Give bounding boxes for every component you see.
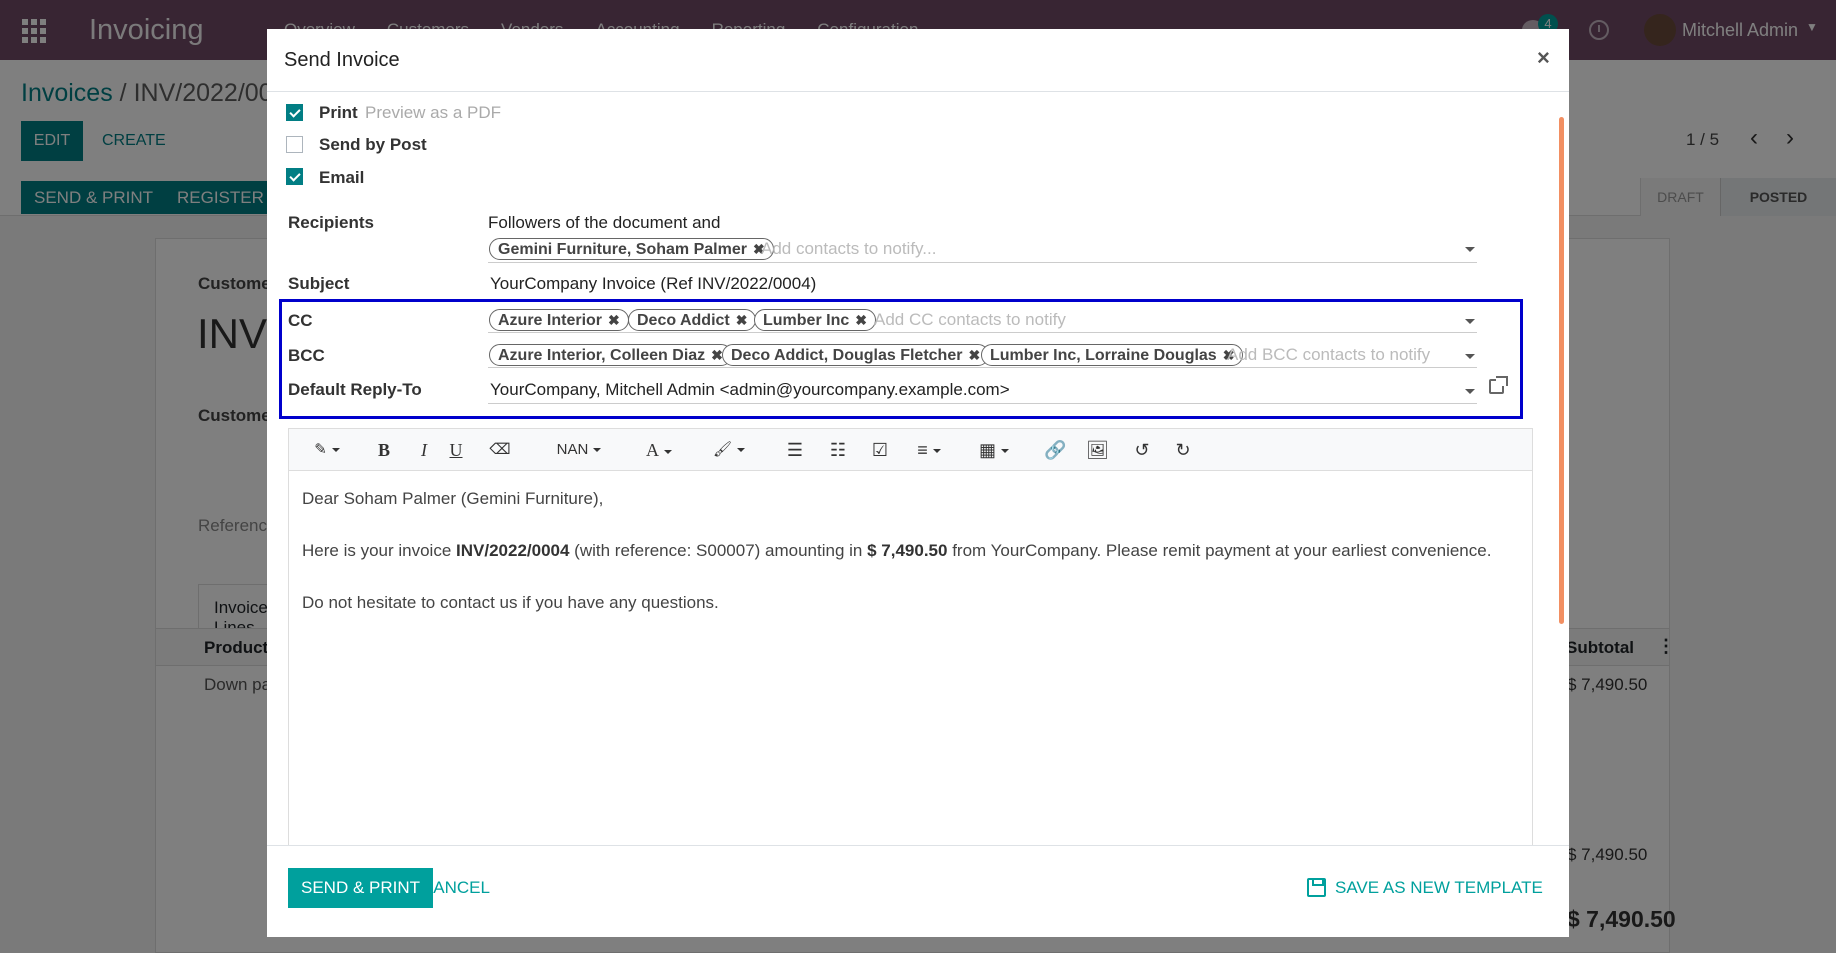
recipient-tag: Gemini Furniture, Soham Palmer ✖: [489, 238, 774, 260]
italic-icon[interactable]: I: [414, 439, 434, 461]
redo-icon[interactable]: ↻: [1172, 439, 1194, 461]
cc-tag-label: Azure Interior: [498, 312, 603, 329]
bcc-tag: Deco Addict, Douglas Fletcher ✖: [722, 344, 990, 366]
reply-to-dropdown-icon[interactable]: [1465, 389, 1475, 394]
invoice-line-middle: (with reference: S00007) amounting in: [569, 541, 868, 560]
reply-to-input[interactable]: YourCompany, Mitchell Admin <admin@yourc…: [490, 380, 1010, 400]
print-label: Print: [319, 103, 358, 122]
dialog-header: Send Invoice ×: [267, 29, 1569, 92]
remove-tag-icon[interactable]: ✖: [968, 347, 980, 363]
cc-tag: Deco Addict ✖: [628, 309, 757, 331]
cc-tag-label: Deco Addict: [637, 312, 730, 329]
invoice-line-prefix: Here is your invoice: [302, 541, 457, 560]
invoice-amount: $ 7,490.50: [867, 541, 948, 560]
bcc-tag-label: Lumber Inc, Lorraine Douglas: [990, 347, 1217, 364]
cc-tag-label: Lumber Inc: [763, 312, 850, 329]
cc-tag: Azure Interior ✖: [489, 309, 629, 331]
reply-to-label: Default Reply-To: [288, 380, 422, 399]
dialog-title: Send Invoice: [284, 49, 400, 71]
recipients-input[interactable]: Add contacts to notify...: [761, 239, 936, 259]
numbered-list-icon[interactable]: ☷: [827, 439, 849, 461]
remove-tag-icon[interactable]: ✖: [608, 312, 620, 328]
recipients-underline: [488, 262, 1477, 263]
image-icon[interactable]: 🖼: [1086, 439, 1109, 461]
checklist-icon[interactable]: ☑: [869, 439, 891, 461]
table-icon[interactable]: ▦: [974, 439, 1014, 461]
dialog-footer: SEND & PRINT CANCEL SAVE AS NEW TEMPLATE: [267, 845, 1569, 937]
remove-tag-icon[interactable]: ✖: [736, 312, 748, 328]
email-label: Email: [319, 168, 365, 187]
underline-icon[interactable]: U: [446, 439, 466, 461]
cc-dropdown-icon[interactable]: [1465, 319, 1475, 324]
font-color-icon[interactable]: A: [639, 439, 679, 461]
bulleted-list-icon[interactable]: ☰: [784, 439, 806, 461]
bcc-tag-label: Azure Interior, Colleen Diaz: [498, 347, 706, 364]
close-icon[interactable]: ×: [1537, 45, 1550, 71]
dialog-scrollbar[interactable]: [1559, 117, 1564, 624]
email-invoice-line: Here is your invoice INV/2022/0004 (with…: [302, 541, 1491, 561]
email-closing: Do not hesitate to contact us if you hav…: [302, 593, 719, 612]
bcc-underline: [488, 367, 1477, 368]
invoice-line-suffix: from YourCompany. Please remit payment a…: [947, 541, 1492, 560]
subject-input[interactable]: YourCompany Invoice (Ref INV/2022/0004): [490, 274, 816, 294]
external-link-icon[interactable]: [1489, 376, 1508, 394]
bcc-tag: Azure Interior, Colleen Diaz ✖: [489, 344, 732, 366]
font-size-dropdown[interactable]: NAN: [549, 439, 609, 461]
magic-wand-icon[interactable]: ✎: [307, 439, 347, 461]
print-preview-hint: Preview as a PDF: [365, 103, 502, 122]
remove-tag-icon[interactable]: ✖: [855, 312, 867, 328]
eraser-icon[interactable]: ⌫: [489, 439, 511, 461]
send-invoice-dialog: Send Invoice × Print Preview as a PDF Se…: [267, 29, 1569, 937]
reply-to-underline: [488, 403, 1477, 404]
print-checkbox[interactable]: [286, 104, 303, 121]
cc-label: CC: [288, 311, 313, 330]
recipient-tag-label: Gemini Furniture, Soham Palmer: [498, 241, 747, 258]
undo-icon[interactable]: ↺: [1131, 439, 1153, 461]
bcc-tag: Lumber Inc, Lorraine Douglas ✖: [981, 344, 1244, 366]
invoice-number: INV/2022/0004: [456, 541, 570, 560]
email-greeting: Dear Soham Palmer (Gemini Furniture),: [302, 489, 604, 508]
bcc-label: BCC: [288, 346, 325, 365]
email-body-editor[interactable]: ✎ B I U ⌫ NAN A 🖌 ☰ ☷ ☑ ≡ ▦ 🔗 🖼 ↺ ↻ Dear…: [288, 428, 1533, 878]
bcc-tag-label: Deco Addict, Douglas Fletcher: [731, 347, 963, 364]
cc-underline: [488, 332, 1477, 333]
cc-input[interactable]: Add CC contacts to notify: [874, 310, 1066, 330]
paint-brush-icon[interactable]: 🖌: [709, 439, 749, 461]
font-size-value: NAN: [556, 441, 589, 458]
recipients-dropdown-icon[interactable]: [1465, 247, 1475, 252]
paragraph-align-icon[interactable]: ≡: [909, 439, 949, 461]
send-by-post-checkbox[interactable]: [286, 136, 303, 153]
send-by-post-label: Send by Post: [319, 135, 427, 154]
subject-label: Subject: [288, 274, 350, 293]
recipients-intro: Followers of the document and: [488, 213, 721, 232]
cc-tag: Lumber Inc ✖: [754, 309, 876, 331]
save-as-new-template-button[interactable]: SAVE AS NEW TEMPLATE: [1307, 868, 1543, 908]
recipients-label: Recipients: [288, 213, 374, 232]
cancel-button[interactable]: CANCEL: [408, 868, 503, 908]
bcc-dropdown-icon[interactable]: [1465, 354, 1475, 359]
email-checkbox[interactable]: [286, 168, 303, 185]
editor-toolbar: ✎ B I U ⌫ NAN A 🖌 ☰ ☷ ☑ ≡ ▦ 🔗 🖼 ↺ ↻: [289, 429, 1532, 471]
link-icon[interactable]: 🔗: [1044, 439, 1066, 461]
bold-icon[interactable]: B: [374, 439, 394, 461]
bcc-input[interactable]: Add BCC contacts to notify: [1227, 345, 1430, 365]
